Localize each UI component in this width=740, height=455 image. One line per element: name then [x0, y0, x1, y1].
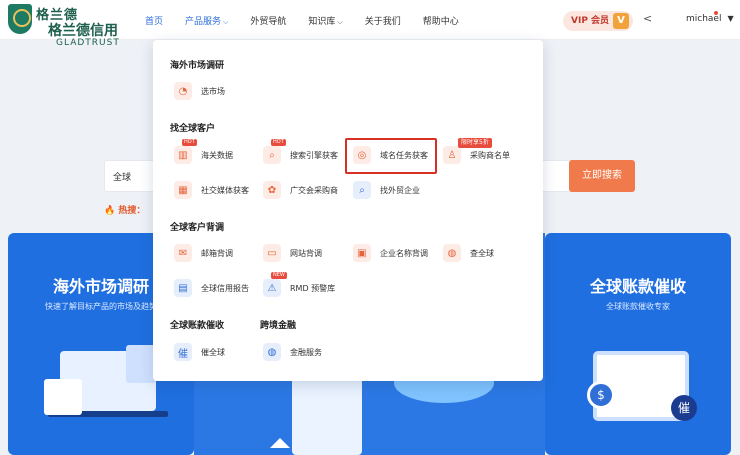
- carousel-pointer-icon: [270, 438, 290, 448]
- search-input-value: 全球: [113, 173, 132, 183]
- phone-illustration: [126, 345, 156, 383]
- section-cross-border-finance: 跨境金融: [260, 321, 297, 331]
- hot-badge: HOT: [271, 139, 286, 146]
- collection-icon: 催: [174, 343, 192, 361]
- menu-item-website-check[interactable]: ▭ 网站背调: [263, 243, 322, 263]
- chevron-down-icon: ⌵: [223, 17, 229, 26]
- nav-knowledge[interactable]: 知识库 ⌵: [308, 14, 342, 27]
- nav-about[interactable]: 关于我们: [365, 14, 401, 27]
- menu-item-buyer-list[interactable]: ♙ 采购商名单: [443, 145, 510, 165]
- logo-shield-icon: [8, 4, 32, 34]
- search-chart-icon: ⌕ HOT: [263, 139, 286, 164]
- top-header: 格兰德 格兰德信用 GLADTRUST 首页 产品服务 ⌵ 外贸导航 知识库 ⌵ 关…: [0, 0, 740, 48]
- bar-chart-icon: ▥ HOT: [174, 139, 197, 164]
- chevron-down-icon: ⌵: [337, 17, 343, 26]
- nav-products[interactable]: 产品服务 ⌵: [185, 14, 228, 27]
- new-badge: NEW: [271, 272, 287, 279]
- logo[interactable]: 格兰德 格兰德信用 GLADTRUST: [8, 4, 132, 48]
- menu-item-find-trade-company[interactable]: ⌕ 找外贸企业: [353, 180, 420, 200]
- menu-item-social-media[interactable]: ▦ 社交媒体获客: [174, 180, 249, 200]
- vip-crown-icon: V: [613, 13, 629, 29]
- shopping-bag-icon: ◔: [174, 82, 192, 100]
- vip-button[interactable]: VIP 会员 V: [563, 11, 633, 31]
- banner-right-subtitle: 全球账款催收专家: [606, 302, 670, 311]
- browser-icon: ▭: [263, 244, 281, 262]
- menu-item-company-name-check[interactable]: ▣ 企业名称背调: [353, 243, 428, 263]
- warning-icon: ⚠ NEW: [263, 272, 287, 297]
- promo-badge: 限时享5折: [458, 138, 492, 148]
- logo-text-en: GLADTRUST: [56, 38, 120, 48]
- section-background-check: 全球客户背调: [170, 223, 225, 233]
- dollar-coin-icon: $: [587, 381, 615, 409]
- section-market-research: 海外市场调研: [170, 61, 225, 71]
- section-find-customers: 找全球客户: [170, 124, 216, 134]
- menu-item-rmd-warning[interactable]: ⚠ NEW RMD 预警库: [263, 272, 335, 298]
- flower-icon: ✿: [263, 181, 281, 199]
- menu-item-canton-fair[interactable]: ✿ 广交会采购商: [263, 180, 338, 200]
- menu-item-email-check[interactable]: ✉ 邮箱背调: [174, 243, 233, 263]
- search-button[interactable]: 立即搜索: [569, 160, 635, 192]
- user-menu[interactable]: michael ▼: [686, 14, 734, 24]
- report-icon: ▤: [174, 279, 192, 297]
- menu-item-select-market[interactable]: ◔ 选市场: [174, 81, 225, 101]
- menu-item-check-global[interactable]: ◍ 查全球: [443, 243, 494, 263]
- selected-item-highlight: [345, 138, 437, 174]
- nav-trade-guide[interactable]: 外贸导航: [250, 14, 286, 27]
- menu-item-collect-global[interactable]: 催催全球: [174, 342, 225, 362]
- collection-badge: 催: [671, 395, 697, 421]
- caret-down-icon: ▼: [727, 14, 734, 23]
- banner-right-title: 全球账款催收: [589, 277, 686, 296]
- products-dropdown-menu: 海外市场调研 ◔ 选市场 找全球客户 ▥ HOT 海关数据 ⌕ HOT 搜索引擎获客 ◎ 域…: [153, 40, 543, 381]
- banner-collection[interactable]: 全球账款催收 全球账款催收专家 $ 催: [545, 233, 731, 455]
- search-document-icon: ⌕: [353, 181, 371, 199]
- nav-home[interactable]: 首页: [145, 14, 163, 27]
- hot-search-label: 🔥 热搜：: [104, 206, 146, 216]
- hot-badge: HOT: [182, 139, 197, 146]
- menu-item-finance-service[interactable]: ◍ 金融服务: [263, 342, 322, 362]
- main-nav: 首页 产品服务 ⌵ 外贸导航 知识库 ⌵ 关于我们 帮助中心: [145, 0, 481, 40]
- nav-help[interactable]: 帮助中心: [423, 14, 459, 27]
- notification-dot: [714, 11, 718, 15]
- globe-icon: ◍: [443, 244, 461, 262]
- menu-item-customs-data[interactable]: ▥ HOT 海关数据: [174, 139, 233, 165]
- envelope-icon: ✉: [174, 244, 192, 262]
- menu-item-credit-report[interactable]: ▤ 全球信用报告: [174, 278, 249, 298]
- globe-finance-icon: ◍: [263, 343, 281, 361]
- share-icon[interactable]: <: [643, 12, 652, 25]
- logo-text-cn: 格兰德信用: [48, 23, 118, 39]
- chart-card-illustration: [44, 379, 82, 415]
- section-debt-collection: 全球账款催收: [170, 321, 225, 331]
- person-icon: ♙: [443, 146, 461, 164]
- building-chart-icon: ▦: [174, 181, 192, 199]
- building-search-icon: ▣: [353, 244, 371, 262]
- menu-item-search-engine[interactable]: ⌕ HOT 搜索引擎获客: [263, 139, 338, 165]
